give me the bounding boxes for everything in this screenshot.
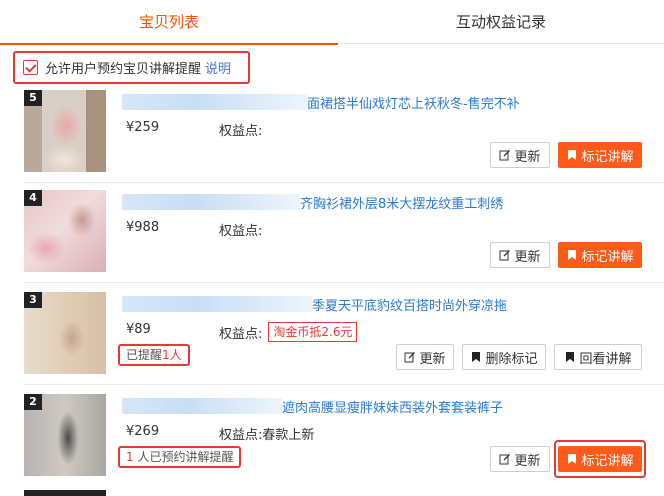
update-button[interactable]: 更新 — [396, 344, 454, 370]
update-button[interactable]: 更新 — [490, 446, 550, 472]
rights-info: 权益点: — [219, 120, 262, 139]
allow-reservation-checkbox[interactable] — [23, 60, 38, 75]
reservation-option: 允许用户预约宝贝讲解提醒 说明 — [13, 51, 250, 84]
product-thumbnail[interactable]: 3 — [24, 292, 106, 374]
product-item: 3 季夏天平底豹纹百搭时尚外穿凉拖 ¥89 权益点: 淘金币抵2.6元 已提醒1… — [24, 292, 664, 382]
product-title[interactable]: 遮肉高腰显瘦胖妹妹西装外套套装裤子 — [122, 396, 642, 416]
divider — [24, 182, 664, 183]
product-item: 4 齐胸衫裙外层8米大摆龙纹重工刺绣 ¥988 权益点: 更新 标记讲解 — [24, 190, 664, 280]
rights-label: 权益点: — [219, 224, 263, 239]
product-price: ¥269 — [126, 424, 160, 439]
divider — [24, 282, 664, 283]
redacted-title-mask — [122, 94, 307, 110]
product-item: 2 遮肉高腰显瘦胖妹妹西装外套套装裤子 ¥269 权益点: 春款上新 1 人已预… — [24, 394, 664, 484]
rights-info: 权益点: — [219, 220, 262, 239]
edit-icon — [499, 454, 511, 465]
replay-explain-button[interactable]: 回看讲解 — [554, 344, 642, 370]
mark-explain-button[interactable]: 标记讲解 — [558, 242, 642, 268]
divider — [24, 384, 664, 385]
edit-icon — [499, 250, 511, 261]
product-price: ¥89 — [126, 322, 151, 337]
product-thumbnail[interactable]: 2 — [24, 394, 106, 476]
bookmark-icon — [472, 352, 481, 362]
tab-bar: 宝贝列表 互动权益记录 — [0, 0, 664, 45]
rights-label: 权益点: — [219, 428, 263, 443]
tab-interaction-records[interactable]: 互动权益记录 — [338, 0, 664, 44]
coin-deduction-badge: 淘金币抵2.6元 — [268, 322, 358, 342]
next-item-thumbnail — [24, 490, 106, 496]
product-title[interactable]: 季夏天平底豹纹百搭时尚外穿凉拖 — [122, 294, 642, 314]
update-button[interactable]: 更新 — [490, 142, 550, 168]
product-thumbnail[interactable]: 4 — [24, 190, 106, 272]
rank-badge: 4 — [24, 190, 42, 206]
product-item: 5 面裙搭半仙戏灯芯上袄秋冬-售完不补 ¥259 权益点: 更新 标记讲解 — [24, 90, 664, 180]
rights-label: 权益点: — [219, 124, 263, 139]
rank-badge: 5 — [24, 90, 42, 106]
product-price: ¥988 — [126, 220, 160, 235]
rights-label: 权益点: — [219, 326, 263, 342]
edit-icon — [499, 150, 511, 161]
tab-product-list[interactable]: 宝贝列表 — [0, 0, 338, 45]
rank-badge: 2 — [24, 394, 42, 410]
product-title[interactable]: 面裙搭半仙戏灯芯上袄秋冬-售完不补 — [122, 92, 642, 112]
product-thumbnail[interactable]: 5 — [24, 90, 106, 172]
allow-reservation-label[interactable]: 允许用户预约宝贝讲解提醒 — [45, 58, 201, 77]
help-link[interactable]: 说明 — [205, 58, 231, 77]
redacted-title-mask — [122, 296, 312, 312]
reservation-count-badge: 1 人已预约讲解提醒 — [118, 446, 242, 468]
product-title[interactable]: 齐胸衫裙外层8米大摆龙纹重工刺绣 — [122, 192, 642, 212]
edit-icon — [404, 352, 416, 363]
update-button[interactable]: 更新 — [490, 242, 550, 268]
rank-badge: 3 — [24, 292, 42, 308]
bookmark-icon — [568, 150, 577, 160]
bookmark-icon — [568, 454, 577, 464]
remove-mark-button[interactable]: 删除标记 — [462, 344, 546, 370]
rights-info: 权益点: 淘金币抵2.6元 — [219, 322, 358, 342]
product-price: ¥259 — [126, 120, 160, 135]
mark-explain-button[interactable]: 标记讲解 — [558, 446, 642, 472]
mark-explain-button[interactable]: 标记讲解 — [558, 142, 642, 168]
redacted-title-mask — [122, 398, 282, 414]
reminded-count-badge: 已提醒1人 — [118, 344, 190, 366]
bookmark-icon — [566, 352, 575, 362]
rights-info: 权益点: 春款上新 — [219, 424, 314, 443]
bookmark-icon — [568, 250, 577, 260]
rights-value: 春款上新 — [262, 428, 315, 443]
redacted-title-mask — [122, 194, 300, 210]
